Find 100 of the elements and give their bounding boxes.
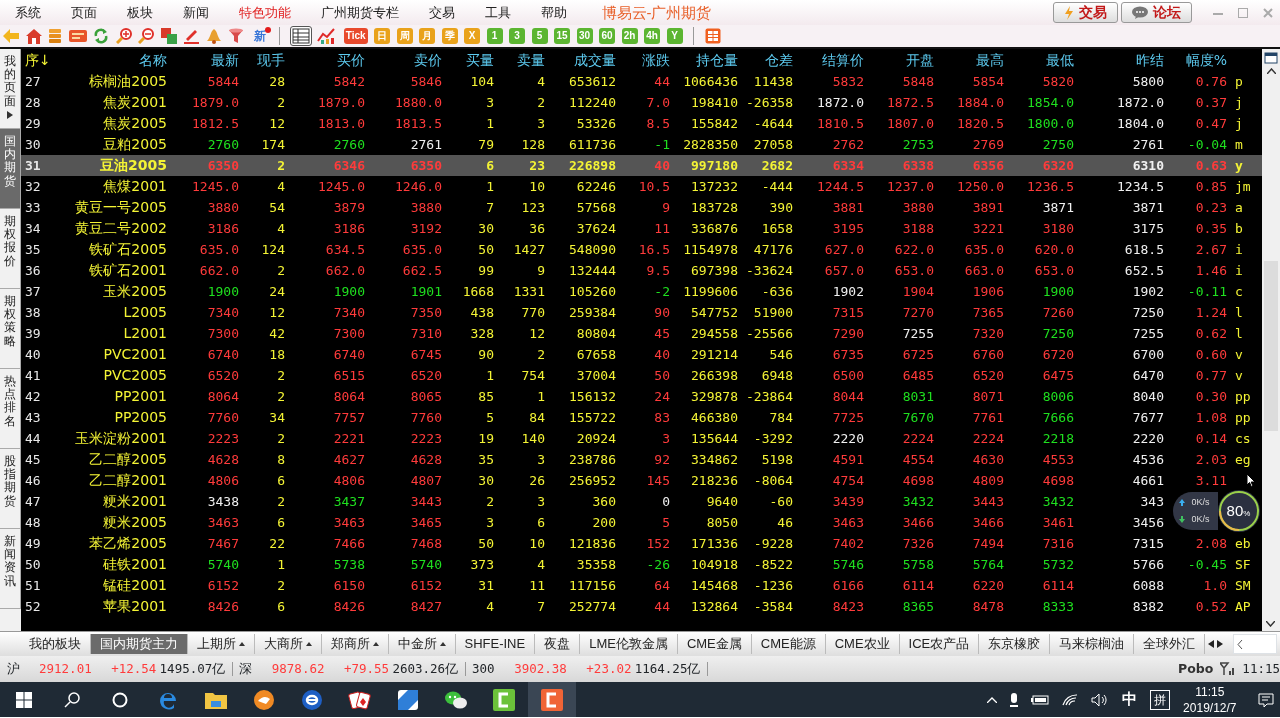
windows-logo-icon[interactable] [16,691,32,708]
market-tab[interactable]: 大商所 [254,634,322,654]
menu-item[interactable]: 交易 [414,0,470,25]
market-tab[interactable]: 夜盘 [535,634,581,654]
column-header[interactable]: 最新 [171,49,243,71]
ime-mode[interactable]: 拼 [1149,689,1171,710]
market-tab[interactable]: CME农业 [825,634,900,654]
column-header[interactable]: 幅度% [1168,49,1231,71]
column-header[interactable]: 现手 [243,49,289,71]
grid-icon[interactable] [704,28,721,44]
microphone-icon[interactable] [1009,692,1018,707]
column-header[interactable]: 买价 [289,49,369,71]
scroll-down-icon[interactable] [1266,621,1275,627]
pencil-icon[interactable] [183,28,200,44]
zoom-out-icon[interactable] [138,28,155,44]
circle-icon[interactable] [112,691,128,708]
table-cell: 3.11 [1195,473,1227,488]
period-button[interactable]: Tick [343,28,368,44]
column-header[interactable]: 最低 [1008,49,1078,71]
tiles-app-icon[interactable] [397,688,419,711]
table-cell: 3 [662,431,670,446]
folder-icon[interactable] [205,690,227,709]
playing-cards-icon[interactable] [348,689,372,710]
column-header[interactable]: 名称 [59,49,171,71]
column-header[interactable]: 买量 [446,49,498,71]
market-tab[interactable]: 郑商所 [321,634,389,654]
bell-icon[interactable] [205,28,222,44]
market-tab[interactable]: 东京橡胶 [979,634,1051,654]
notification-icon[interactable] [1257,691,1274,708]
side-tab[interactable]: 国内期货 [0,129,21,209]
window-icon[interactable] [1264,52,1278,65]
menu-item[interactable]: 广州期货专栏 [306,0,414,25]
round-app-icon[interactable] [253,688,275,711]
search-icon[interactable] [64,691,80,708]
column-header[interactable]: 涨跌 [620,49,674,71]
market-tab[interactable]: CME能源 [751,634,826,654]
side-tab[interactable]: 股指期货 [0,449,21,529]
stack-icon[interactable] [48,28,63,44]
news-button[interactable]: 新 [250,27,269,45]
table-cell: 6166 [832,578,864,593]
side-tab[interactable]: 期权报价 [0,209,21,289]
home-icon[interactable] [25,28,42,44]
scroll-up-icon[interactable] [1266,67,1276,74]
speaker-icon[interactable] [1090,692,1109,707]
zoom-in-icon[interactable] [115,28,132,44]
column-header[interactable]: 开盘 [868,49,938,71]
tab-next-icon[interactable] [1217,640,1223,648]
table-cell: 35 [25,242,41,257]
market-tab[interactable]: CME金属 [677,634,752,654]
header-button[interactable]: 交易 [1052,2,1118,23]
market-tab[interactable]: 中金所 [388,634,456,654]
menu-item[interactable]: 帮助 [526,0,582,25]
refresh-icon[interactable] [93,28,110,44]
market-tab[interactable]: 全球外汇 [1134,634,1206,654]
table-view-icon[interactable] [290,27,311,45]
market-tab[interactable]: LME伦敦金属 [580,634,678,654]
column-header[interactable]: 卖量 [498,49,549,71]
column-header[interactable]: 结算价 [797,49,868,71]
menu-item[interactable]: 系统 [0,0,56,25]
wifi-icon[interactable] [1061,693,1078,706]
menu-item[interactable]: 特色功能 [224,0,306,25]
market-tab[interactable]: SHFE-INE [455,634,536,654]
tab-prev-icon[interactable] [1207,640,1214,648]
table-cell: 1245.0 [192,179,239,194]
side-tab[interactable]: 热点排名 [0,369,21,449]
side-tab[interactable]: 新闻资讯 [0,529,21,609]
menu-item[interactable]: 页面 [56,0,112,25]
bracket-app-icon[interactable] [493,688,515,711]
column-header[interactable]: 最高 [938,49,1008,71]
market-tab[interactable]: 上期所 [187,634,255,654]
menu-item[interactable]: 新闻 [168,0,224,25]
table-cell: 2760 [333,137,365,152]
funnel-icon[interactable] [228,28,245,44]
table-cell: 2760 [207,137,239,152]
chat-bubbles-icon[interactable] [444,689,468,710]
ime-indicator[interactable]: 中 [1121,688,1137,711]
table-cell: 4554 [902,452,934,467]
caret-up-icon[interactable] [986,696,997,703]
column-header[interactable]: 持仓量 [674,49,742,71]
market-tab[interactable]: 我的板块 [19,634,91,654]
bracket-app-icon[interactable] [541,688,563,711]
market-tab[interactable]: 国内期货主力 [90,634,188,654]
column-header[interactable]: 昨结 [1078,49,1168,71]
line-chart-icon[interactable] [317,27,338,45]
table-cell: -60 [769,494,793,509]
battery-icon[interactable] [1030,694,1049,705]
side-tab[interactable]: 期权策略 [0,289,21,369]
header-button[interactable]: 论坛 [1121,2,1192,23]
market-tab[interactable]: ICE农产品 [899,634,980,654]
column-header[interactable]: 仓差 [742,49,797,71]
panel-icon[interactable] [68,29,87,43]
column-header[interactable]: 成交量 [549,49,620,71]
column-header[interactable]: 序↓ [21,49,59,71]
column-header[interactable]: 卖价 [369,49,446,71]
menu-item[interactable]: 工具 [470,0,526,25]
market-tab[interactable]: 马来棕榈油 [1050,634,1135,654]
menu-item[interactable]: 板块 [112,0,168,25]
squares-icon[interactable] [160,28,177,44]
table-cell: 128 [521,137,545,152]
table-cell: 7315 [1132,536,1164,551]
